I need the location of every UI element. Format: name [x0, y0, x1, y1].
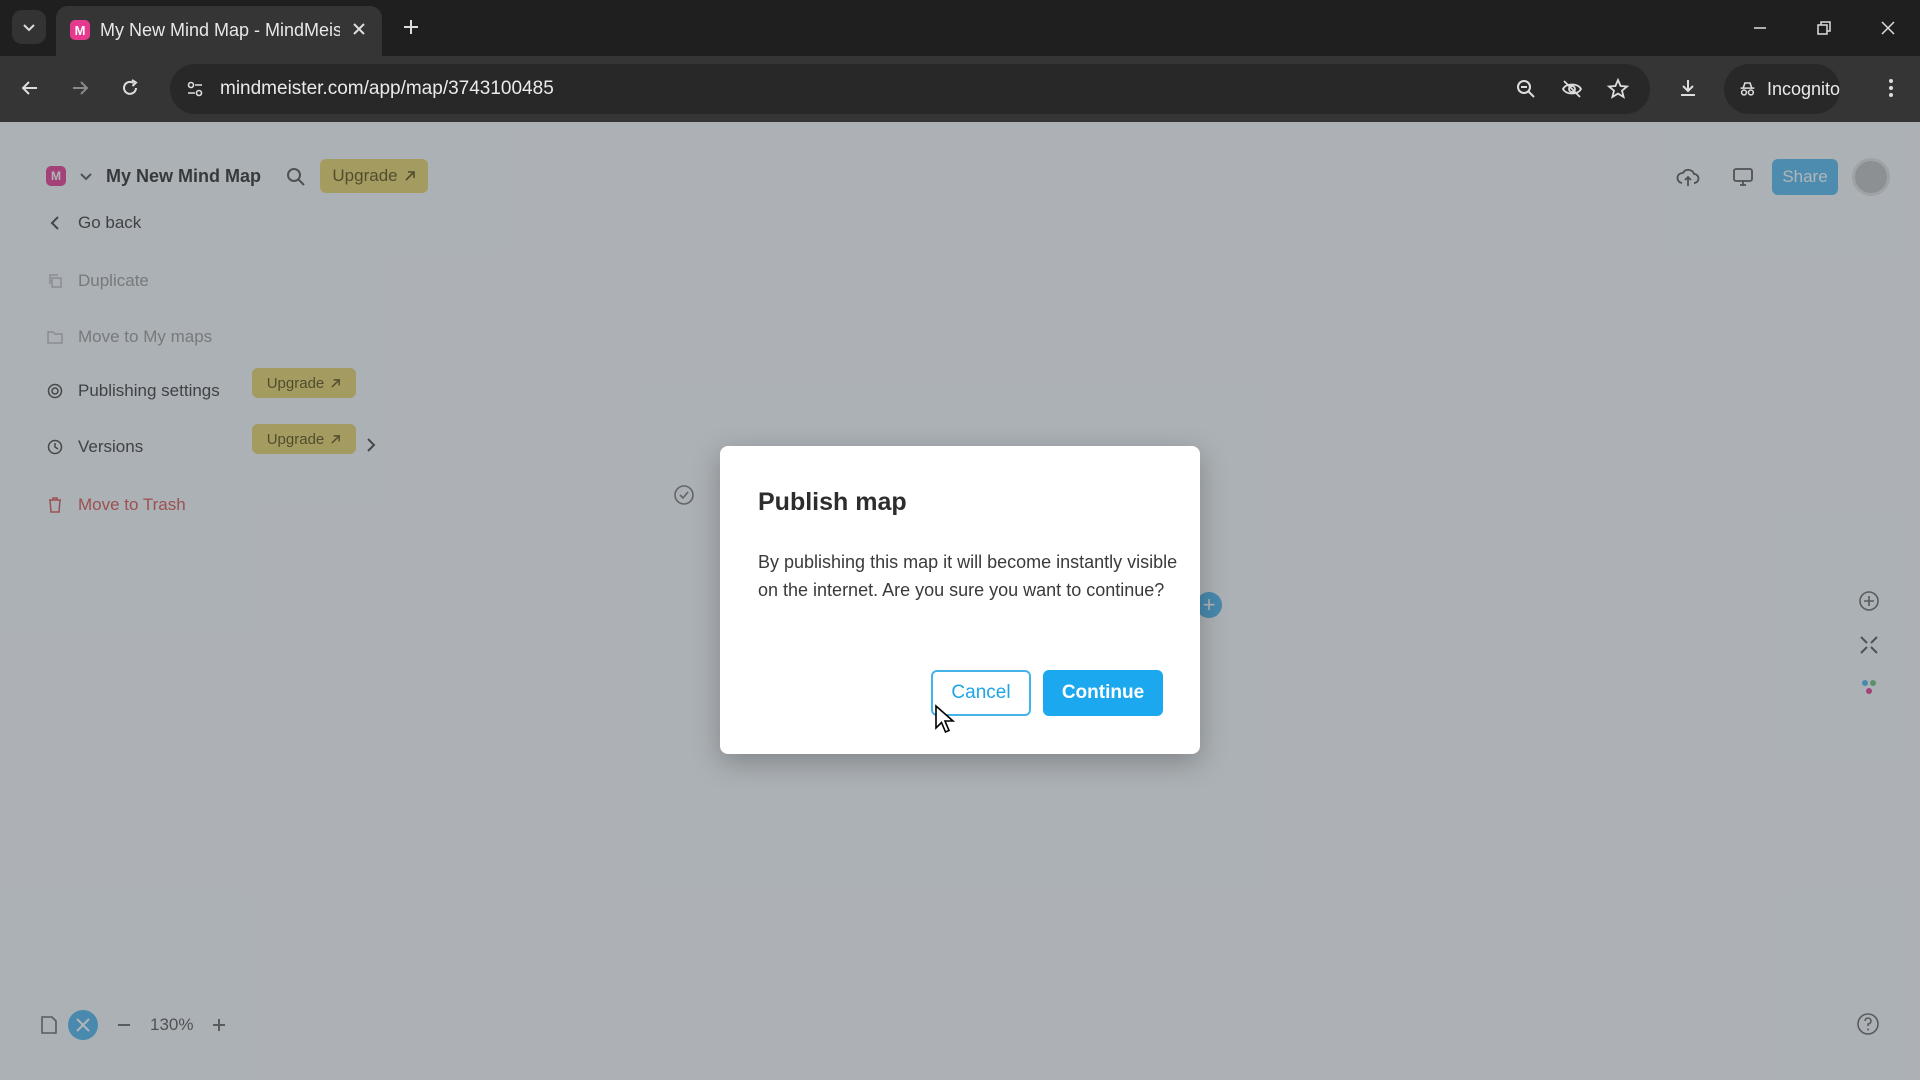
arrow-left-icon [21, 81, 37, 95]
close-icon [1881, 21, 1895, 35]
minimize-button[interactable] [1736, 8, 1784, 48]
mindmeister-favicon-icon: M [70, 20, 90, 40]
chevron-down-icon [23, 24, 35, 32]
browser-menu-button[interactable] [1876, 70, 1906, 106]
incognito-icon [1740, 82, 1755, 96]
forward-button[interactable] [62, 70, 98, 106]
minimize-icon [1754, 27, 1766, 29]
reload-icon [123, 79, 138, 95]
restore-icon [1817, 21, 1831, 35]
download-icon [1681, 80, 1695, 96]
incognito-label: Incognito [1766, 78, 1840, 99]
tab-title: My New Mind Map - MindMeis [100, 20, 340, 40]
new-tab-button[interactable] [396, 12, 426, 42]
site-info-icon[interactable] [180, 74, 210, 104]
zoom-icon[interactable] [1512, 75, 1540, 103]
browser-tab[interactable]: M My New Mind Map - MindMeis [56, 6, 382, 56]
close-icon [353, 23, 365, 35]
dialog-message: By publishing this map it will become in… [758, 552, 1178, 600]
eye-off-icon[interactable] [1558, 75, 1586, 103]
more-vertical-icon [1889, 79, 1893, 97]
arrow-right-icon [73, 81, 89, 95]
back-button[interactable] [12, 70, 48, 106]
continue-button[interactable]: Continue [1043, 670, 1163, 716]
browser-toolbar: mindmeister.com/app/map/3743100485 Incog… [0, 56, 1920, 122]
browser-tab-bar: M My New Mind Map - MindMeis [0, 0, 1920, 56]
url-text: mindmeister.com/app/map/3743100485 [220, 78, 554, 99]
download-button[interactable] [1670, 70, 1706, 106]
star-icon[interactable] [1604, 75, 1632, 103]
close-window-button[interactable] [1864, 8, 1912, 48]
tab-close-button[interactable] [346, 16, 372, 42]
publish-map-dialog: Publish map By publishing this map it wi… [720, 446, 1200, 754]
mouse-cursor-icon [935, 704, 956, 734]
address-bar[interactable]: mindmeister.com/app/map/3743100485 [170, 64, 1650, 114]
dialog-title: Publish map [758, 488, 907, 516]
tab-search-button[interactable] [12, 10, 46, 44]
incognito-indicator[interactable]: Incognito [1724, 64, 1840, 114]
restore-button[interactable] [1800, 8, 1848, 48]
reload-button[interactable] [112, 70, 148, 106]
plus-icon [404, 20, 418, 34]
